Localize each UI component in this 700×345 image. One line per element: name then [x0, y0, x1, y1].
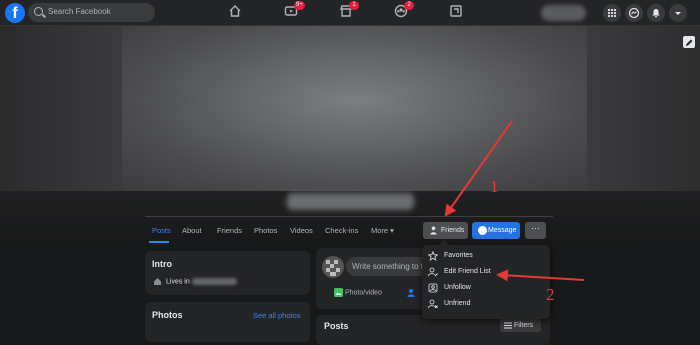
- arrow-to-edit-friend-list: [496, 269, 585, 282]
- arrow-to-friends-button: [444, 120, 513, 217]
- annotation-arrows: [444, 120, 585, 282]
- annotation-step-2: 2: [546, 285, 555, 304]
- annotation-step-1: 1: [490, 177, 499, 196]
